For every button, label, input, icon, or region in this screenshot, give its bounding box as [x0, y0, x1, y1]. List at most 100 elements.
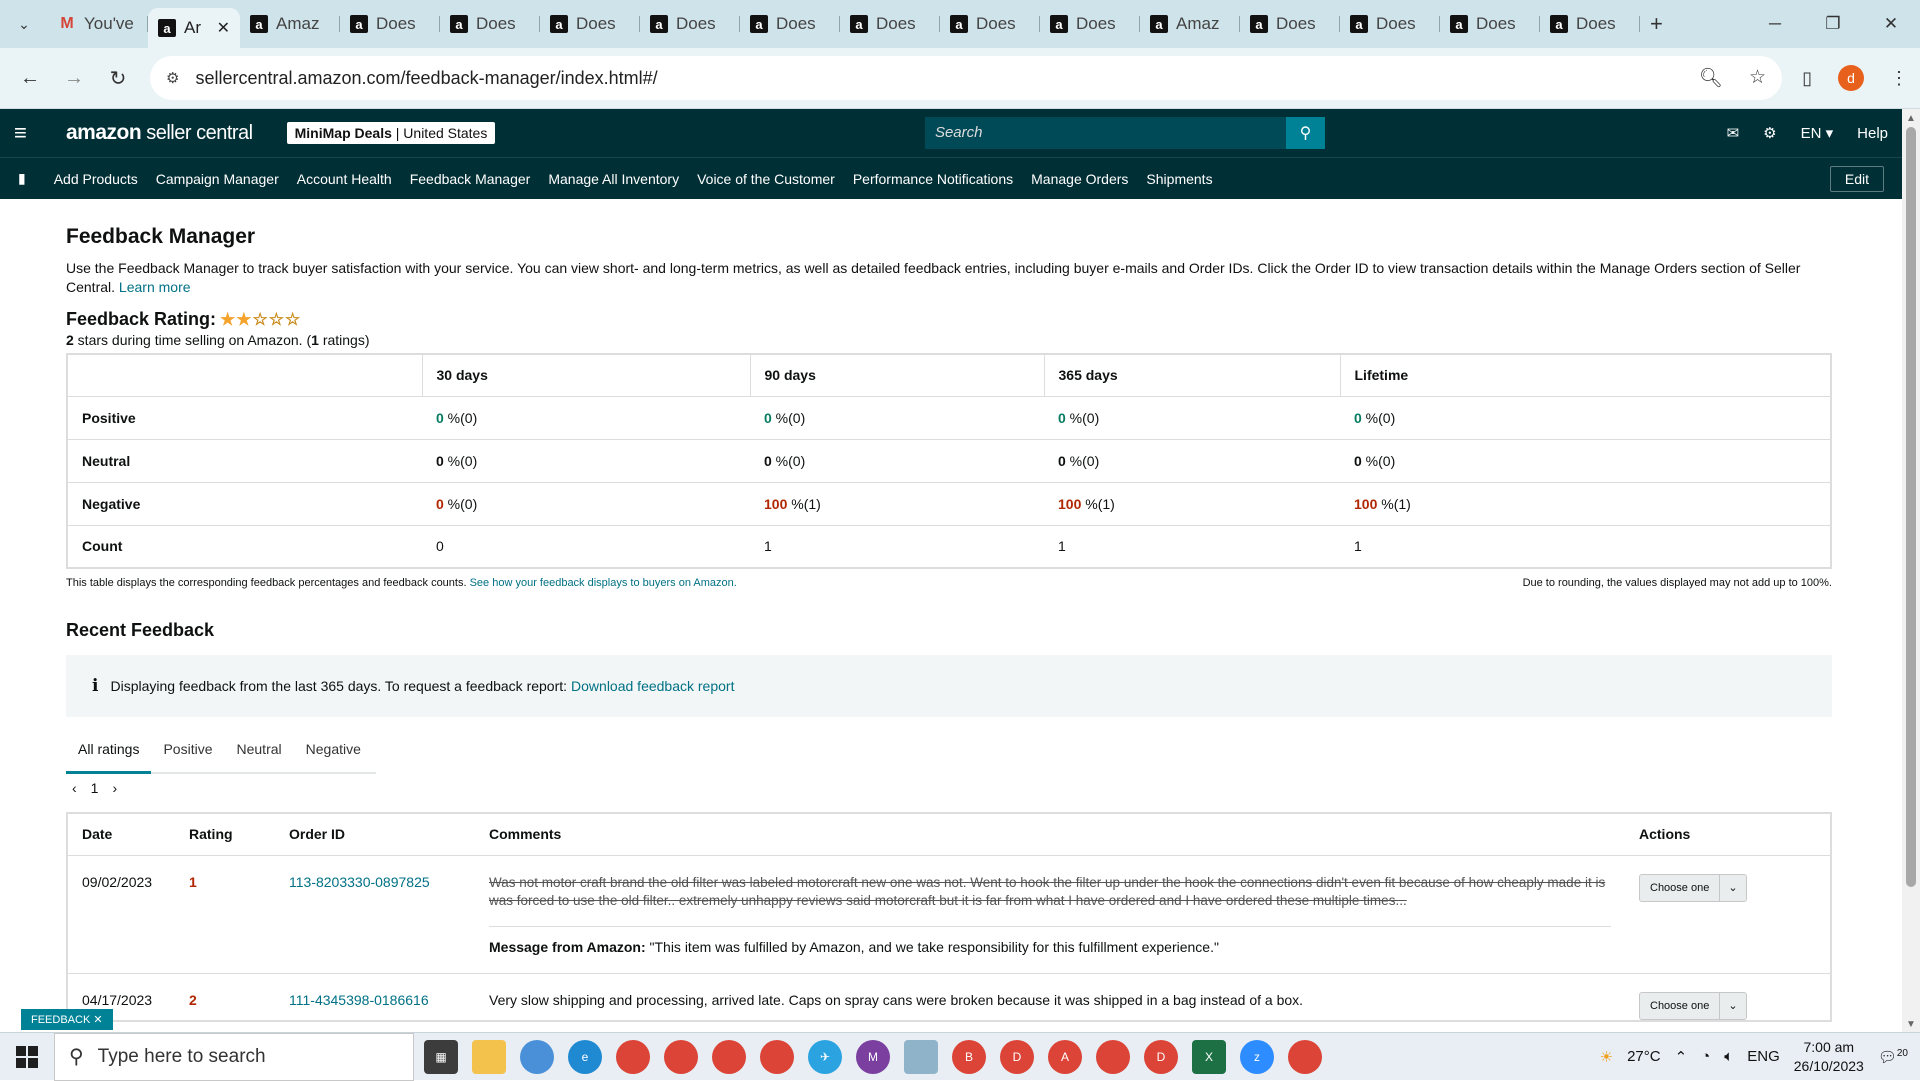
excel-icon[interactable]: X: [1192, 1039, 1226, 1074]
volume-icon[interactable]: 🔈︎: [1724, 1048, 1733, 1065]
zoom-icon[interactable]: z: [1240, 1039, 1274, 1074]
language-selector[interactable]: EN ▾: [1801, 124, 1834, 142]
nav-link[interactable]: Campaign Manager: [156, 171, 279, 187]
help-link[interactable]: Help: [1857, 125, 1888, 142]
chrome-icon[interactable]: A: [1048, 1039, 1082, 1074]
bookmark-icon[interactable]: ▮: [18, 170, 26, 187]
choose-action-dropdown[interactable]: Choose one ⌄: [1639, 873, 1747, 902]
restore-icon[interactable]: ❐: [1804, 0, 1862, 48]
weather-icon[interactable]: ☀: [1600, 1048, 1613, 1066]
clock[interactable]: 7:00 am 26/10/2023: [1794, 1038, 1864, 1076]
forward-icon[interactable]: →: [56, 67, 92, 90]
side-panel-icon[interactable]: ▯: [1802, 68, 1812, 89]
browser-tab[interactable]: a Amaz: [240, 6, 340, 42]
close-window-icon[interactable]: ✕: [1862, 0, 1920, 48]
site-info-icon[interactable]: ⚙: [166, 69, 179, 87]
seller-central-logo[interactable]: amazon seller central: [66, 121, 253, 145]
nav-link[interactable]: Add Products: [54, 171, 138, 187]
file-explorer-icon[interactable]: [472, 1039, 506, 1074]
edit-nav-button[interactable]: Edit: [1829, 165, 1884, 192]
browser-tab[interactable]: a Does: [540, 6, 640, 42]
browser-tab[interactable]: a Does: [840, 6, 940, 42]
chrome-icon[interactable]: B: [952, 1039, 986, 1074]
new-tab-button[interactable]: +: [1650, 11, 1663, 37]
chrome-profile-icon[interactable]: M: [856, 1039, 890, 1074]
windows-start-icon[interactable]: [0, 1045, 54, 1068]
browser-tab[interactable]: a Ar ✕: [148, 8, 240, 48]
chrome-icon[interactable]: [1288, 1039, 1322, 1074]
input-language[interactable]: ENG: [1747, 1048, 1780, 1065]
filter-tab[interactable]: Positive: [151, 729, 224, 772]
scroll-down-icon[interactable]: ▼: [1906, 1019, 1916, 1030]
nav-link[interactable]: Manage All Inventory: [548, 171, 679, 187]
chrome-icon[interactable]: [616, 1039, 650, 1074]
nav-link[interactable]: Account Health: [297, 171, 392, 187]
nav-link[interactable]: Performance Notifications: [853, 171, 1013, 187]
tray-chevron-icon[interactable]: ⌃: [1675, 1048, 1688, 1066]
network-icon[interactable]: ◔: [1701, 1048, 1710, 1065]
url-text[interactable]: sellercentral.amazon.com/feedback-manage…: [195, 68, 657, 89]
browser-tab[interactable]: a Does: [440, 6, 540, 42]
browser-menu-icon[interactable]: ⋮: [1890, 68, 1908, 89]
app-icon[interactable]: [904, 1039, 938, 1074]
omnibox[interactable]: ⚙ sellercentral.amazon.com/feedback-mana…: [150, 56, 1783, 100]
order-id-link[interactable]: 113-8203330-0897825: [289, 874, 430, 890]
next-page-icon[interactable]: ›: [112, 780, 117, 796]
chrome-icon[interactable]: D: [1000, 1039, 1034, 1074]
filter-tab[interactable]: Negative: [294, 729, 373, 772]
chrome-icon[interactable]: [760, 1039, 794, 1074]
taskbar-search[interactable]: ⚲ Type here to search: [54, 1032, 414, 1081]
store-selector[interactable]: MiniMap Deals | United States: [286, 122, 496, 144]
hamburger-menu-icon[interactable]: ≡: [14, 120, 50, 146]
mail-icon[interactable]: ✉: [1727, 124, 1740, 142]
browser-tab[interactable]: a Does: [640, 6, 740, 42]
scrollbar-thumb[interactable]: [1906, 127, 1916, 887]
filter-tab[interactable]: All ratings: [66, 729, 152, 774]
search-button[interactable]: ⚲: [1285, 117, 1325, 149]
zoom-icon[interactable]: 🔍︎: [1699, 66, 1723, 90]
chrome-icon[interactable]: D: [1144, 1039, 1178, 1074]
tab-search-icon[interactable]: ⌄: [6, 6, 42, 42]
nav-link[interactable]: Voice of the Customer: [697, 171, 835, 187]
reload-icon[interactable]: ↻: [100, 66, 136, 91]
weather-temp[interactable]: 27°C: [1627, 1048, 1661, 1065]
app-icon[interactable]: [520, 1039, 554, 1074]
choose-action-dropdown[interactable]: Choose one ⌄: [1639, 991, 1747, 1020]
scroll-up-icon[interactable]: ▲: [1906, 113, 1916, 124]
page-scrollbar[interactable]: ▲ ▼: [1902, 109, 1920, 1032]
learn-more-link[interactable]: Learn more: [119, 279, 191, 295]
feedback-display-link[interactable]: See how your feedback displays to buyers…: [470, 577, 737, 589]
browser-tab[interactable]: a Does: [1540, 6, 1640, 42]
settings-gear-icon[interactable]: ⚙: [1763, 124, 1776, 142]
download-report-link[interactable]: Download feedback report: [571, 678, 734, 694]
filter-tab[interactable]: Neutral: [225, 729, 294, 772]
minimize-icon[interactable]: ─: [1746, 0, 1804, 48]
back-icon[interactable]: ←: [12, 67, 48, 90]
profile-avatar[interactable]: d: [1838, 65, 1864, 91]
order-id-link[interactable]: 111-4345398-0186616: [289, 992, 429, 1008]
edge-icon[interactable]: e: [568, 1039, 602, 1074]
browser-tab[interactable]: a Does: [1440, 6, 1540, 42]
close-tab-icon[interactable]: ✕: [217, 18, 230, 38]
nav-link[interactable]: Feedback Manager: [410, 171, 531, 187]
browser-tab[interactable]: a Does: [940, 6, 1040, 42]
chrome-icon[interactable]: [712, 1039, 746, 1074]
prev-page-icon[interactable]: ‹: [72, 780, 77, 796]
notification-center-icon[interactable]: 💬︎20: [1878, 1048, 1908, 1066]
browser-tab[interactable]: a Amaz: [1140, 6, 1240, 42]
browser-tab[interactable]: a Does: [1340, 6, 1440, 42]
browser-tab[interactable]: a Does: [1240, 6, 1340, 42]
task-view-icon[interactable]: ▦: [424, 1039, 458, 1074]
browser-tab[interactable]: M You've: [48, 6, 148, 42]
browser-tab[interactable]: a Does: [1040, 6, 1140, 42]
header-search-input[interactable]: Search: [924, 117, 1286, 149]
browser-tab[interactable]: a Does: [340, 6, 440, 42]
chrome-icon[interactable]: [664, 1039, 698, 1074]
bookmark-star-icon[interactable]: ☆: [1749, 66, 1766, 90]
browser-tab[interactable]: a Does: [740, 6, 840, 42]
nav-link[interactable]: Manage Orders: [1031, 171, 1128, 187]
nav-link[interactable]: Shipments: [1146, 171, 1212, 187]
chrome-icon[interactable]: [1096, 1039, 1130, 1074]
telegram-icon[interactable]: ✈: [808, 1039, 842, 1074]
page-number[interactable]: 1: [91, 780, 99, 796]
